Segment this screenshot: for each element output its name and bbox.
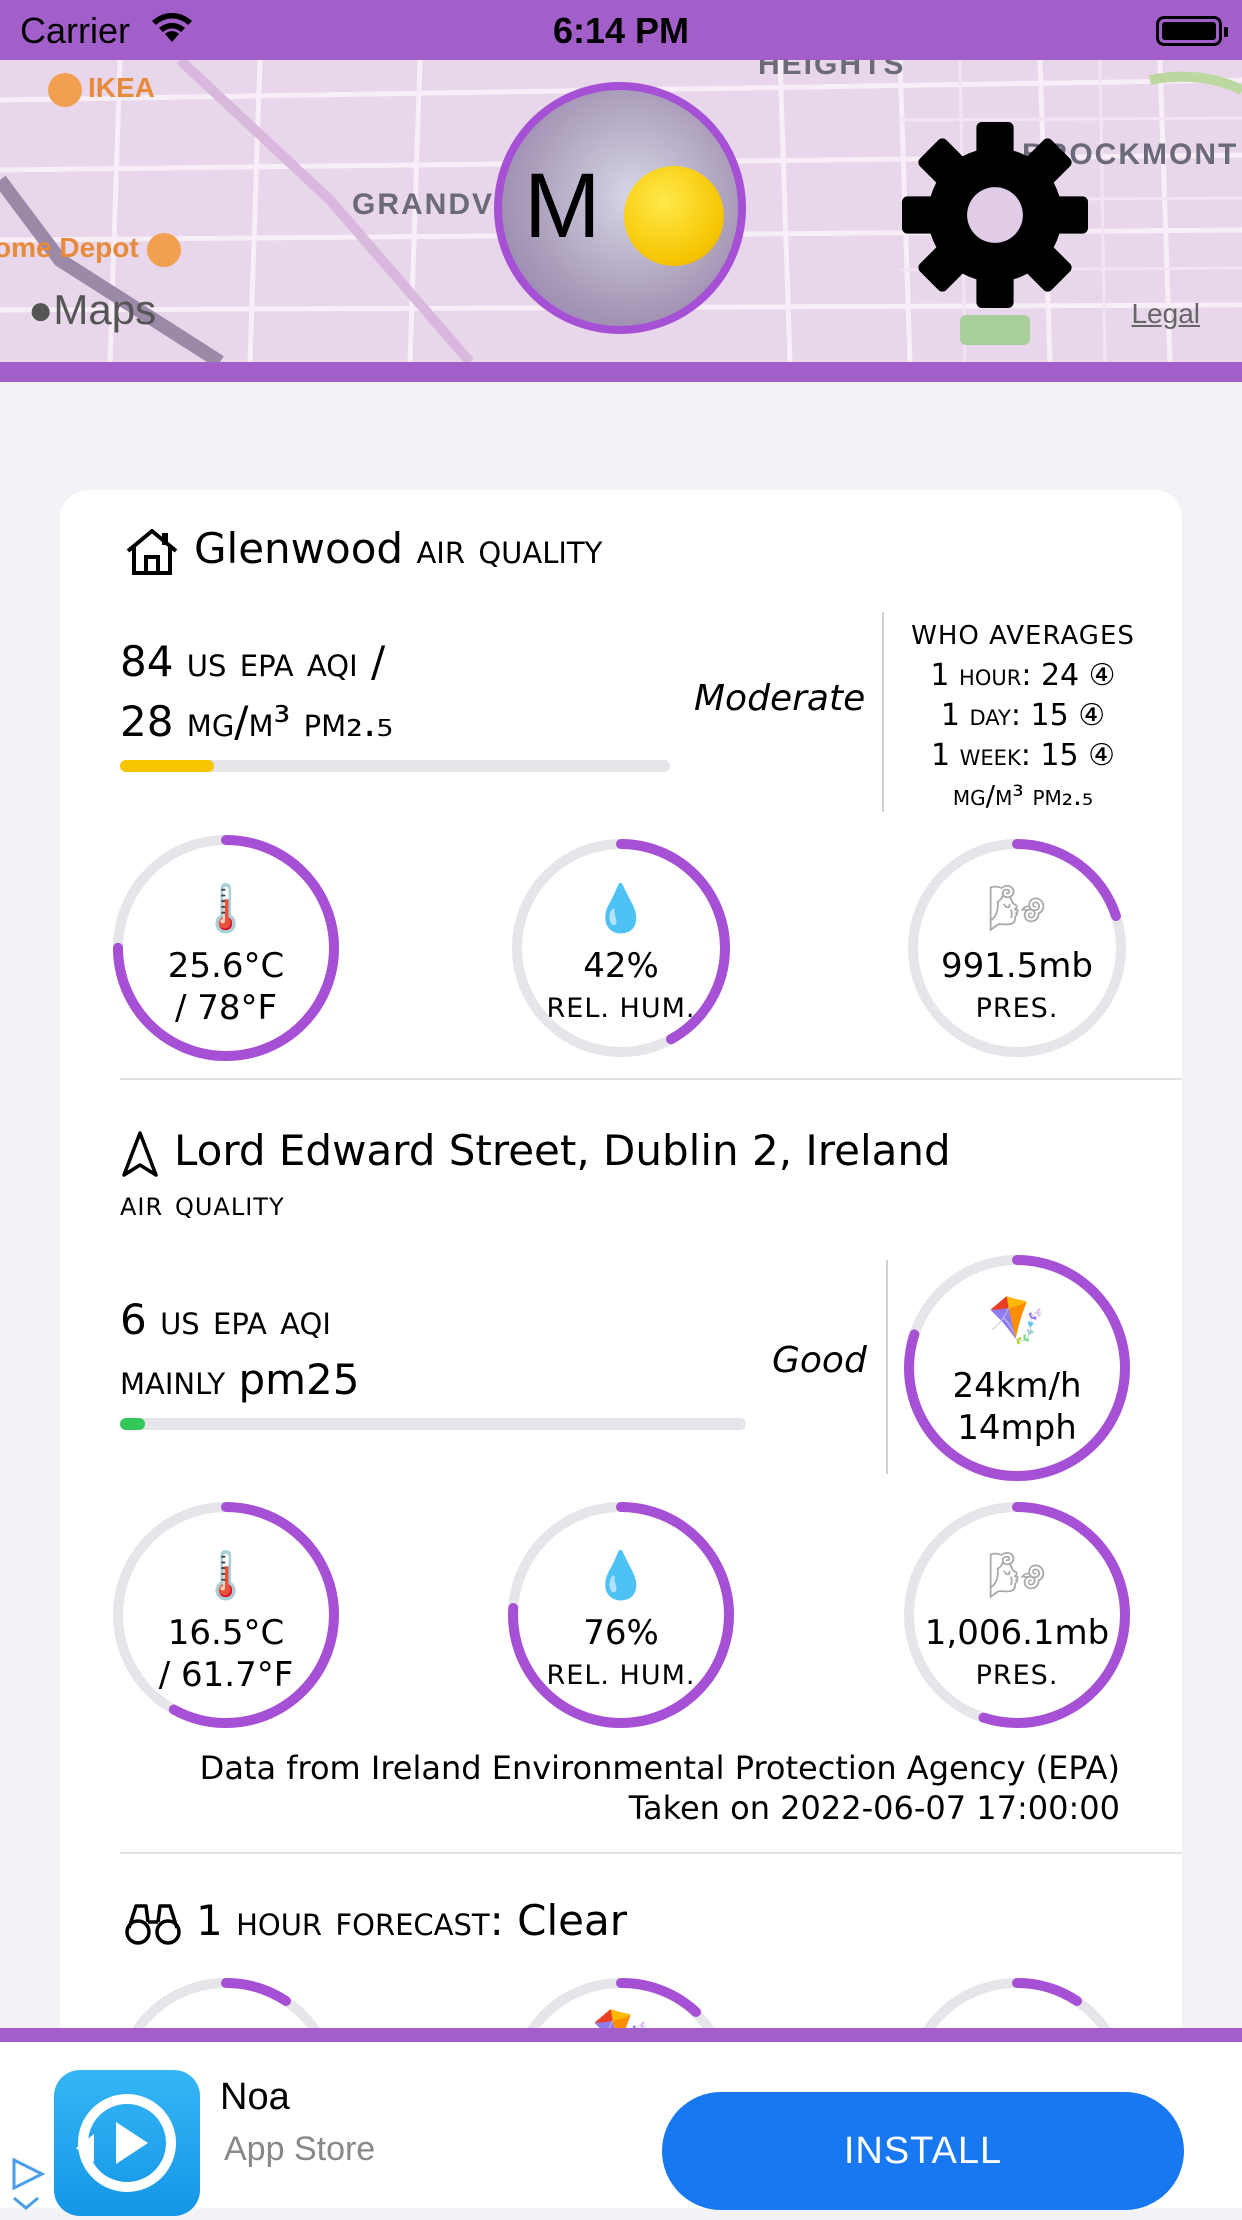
settings-gear-button[interactable] [902, 122, 1088, 308]
poi-home-depot-label: ome Depot [0, 232, 139, 263]
maps-brand-label: Maps [53, 286, 157, 333]
home-aqi-bar-fill [120, 760, 214, 772]
current-pressure-value: 1,006.1mb [924, 1613, 1110, 1653]
home-humidity-value: 42% [583, 946, 659, 986]
home-pressure-gauge: 🌬 991.5mb PRES. [902, 833, 1132, 1063]
who-heading: WHO AVERAGES [911, 621, 1135, 651]
poi-ikea[interactable]: IKEA [48, 72, 155, 107]
water-drop-icon: 💧 [592, 881, 650, 935]
current-aqi-bar [120, 1418, 746, 1430]
home-divider [882, 612, 884, 812]
gear-icon [902, 122, 1088, 308]
who-averages-box: WHO AVERAGES 1 hour: 24 ④ 1 day: 15 ④ 1 … [898, 616, 1148, 816]
current-wind-kmh: 24km/h [952, 1366, 1082, 1406]
current-temp-fahrenheit: / 61.7°F [158, 1655, 294, 1695]
who-day: 1 day: 15 ④ [940, 698, 1106, 733]
moon-letter: M [524, 155, 601, 257]
current-section-title: Lord Edward Street, Dublin 2, Ireland [120, 1126, 951, 1179]
home-title-suffix: air quality [416, 524, 603, 573]
current-humidity-label: REL. HUM. [546, 1660, 696, 1691]
forecast-condition: Clear [517, 1896, 627, 1945]
house-icon [126, 528, 178, 575]
sun-icon [624, 166, 724, 266]
current-subtitle: air quality [120, 1184, 285, 1224]
current-aqi-mainly: mainly [120, 1355, 226, 1404]
current-aqi-line2: mainly pm25 [120, 1350, 360, 1410]
ad-banner[interactable]: Noa App Store INSTALL [0, 2028, 1242, 2216]
data-source-credit: Data from Ireland Environmental Protecti… [199, 1749, 1120, 1787]
current-divider [886, 1260, 888, 1474]
current-wind-mph: 14mph [957, 1408, 1077, 1448]
binoculars-icon [125, 1903, 181, 1945]
wind-face-icon: 🌬 [987, 1548, 1047, 1602]
home-section-title: Glenwood air quality [124, 524, 602, 577]
section-divider [120, 1078, 1182, 1080]
who-week: 1 week: 15 ④ [931, 738, 1115, 773]
home-aqi-line1: 84 us epa aqi / [120, 637, 386, 686]
legal-link[interactable]: Legal [1131, 298, 1200, 330]
ad-app-name: Noa [220, 2076, 290, 2118]
current-temperature-gauge: 🌡️ 16.5°C / 61.7°F [111, 1500, 341, 1730]
home-location-name: Glenwood [194, 524, 404, 573]
current-humidity-gauge: 💧 76% REL. HUM. [506, 1500, 736, 1730]
battery-icon [1156, 16, 1228, 46]
home-temperature-gauge: 🌡️ 25.6°C / 78°F [111, 833, 341, 1063]
kite-icon: 🪁 [988, 1293, 1046, 1347]
who-hour: 1 hour: 24 ④ [930, 658, 1116, 693]
current-aqi-category: Good [772, 1340, 867, 1381]
section-divider [120, 1852, 1182, 1854]
home-humidity-label: REL. HUM. [546, 993, 696, 1024]
current-aqi-pollutant: pm25 [238, 1355, 360, 1404]
home-temp-celsius: 25.6°C [167, 946, 285, 986]
home-aqi-bar [120, 760, 670, 772]
current-location-name: Lord Edward Street, Dublin 2, Ireland [174, 1126, 951, 1175]
current-humidity-value: 76% [583, 1613, 659, 1653]
thermometer-icon: 🌡️ [197, 881, 255, 935]
ad-store-label: App Store [224, 2130, 376, 2168]
store-icon [146, 232, 181, 267]
poi-ikea-label: IKEA [88, 72, 155, 103]
install-button[interactable]: INSTALL [662, 2092, 1184, 2210]
home-temp-fahrenheit: / 78°F [174, 988, 278, 1028]
apple-maps-logo: ●Maps [28, 286, 156, 334]
home-pressure-label: PRES. [975, 993, 1059, 1024]
status-time: 6:14 PM [552, 10, 690, 51]
home-aqi-line2: 28 μg/m³ pm₂.₅ [120, 697, 394, 746]
air-quality-card: Glenwood air quality 84 us epa aqi / 28 … [60, 490, 1182, 2050]
poi-home-depot[interactable]: ome Depot [0, 232, 187, 267]
home-humidity-gauge: 💧 42% REL. HUM. [506, 833, 736, 1063]
location-arrow-icon [122, 1130, 158, 1177]
data-timestamp: Taken on 2022-06-07 17:00:00 [628, 1789, 1120, 1827]
home-aqi-category: Moderate [694, 678, 866, 719]
forecast-prefix: 1 hour forecast: [196, 1896, 504, 1945]
current-temp-celsius: 16.5°C [167, 1613, 285, 1653]
app-icon[interactable] [54, 2070, 200, 2216]
forecast-section-title: 1 hour forecast: Clear [124, 1896, 627, 1946]
current-aqi-line1: 6 us epa aqi [120, 1295, 331, 1344]
moon-phase-button[interactable]: M [494, 82, 746, 334]
play-icon [76, 2094, 176, 2192]
wind-face-icon: 🌬 [987, 881, 1047, 935]
current-pressure-gauge: 🌬 1,006.1mb PRES. [902, 1500, 1132, 1730]
header-accent-strip [0, 362, 1242, 382]
who-unit: μg/m³ pm₂.₅ [952, 779, 1094, 812]
water-drop-icon: 💧 [592, 1548, 650, 1602]
home-pressure-value: 991.5mb [940, 946, 1094, 986]
thermometer-icon: 🌡️ [197, 1548, 255, 1602]
store-icon [48, 72, 82, 107]
current-wind-gauge: 🪁 24km/h 14mph [902, 1253, 1132, 1483]
apple-logo-icon: ● [28, 286, 54, 333]
current-aqi-bar-fill [120, 1418, 146, 1430]
status-bar: Carrier 6:14 PM [0, 0, 1242, 60]
map-label-heights: HEIGHTS [758, 60, 906, 81]
current-pressure-label: PRES. [975, 1660, 1059, 1691]
ad-choices-icon[interactable] [8, 2152, 50, 2212]
